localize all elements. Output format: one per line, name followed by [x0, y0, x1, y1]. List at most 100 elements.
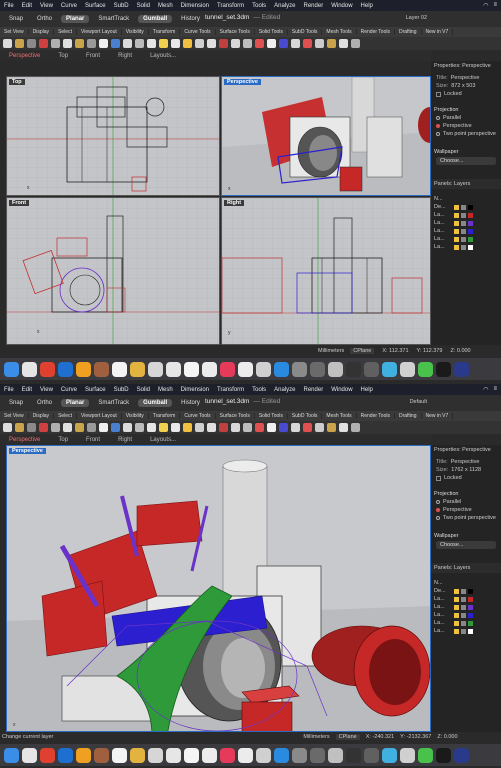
viewport-tab-layouts[interactable]: Layouts... — [141, 437, 185, 443]
light-bulb-icon[interactable] — [454, 228, 459, 234]
menu-view[interactable]: View — [36, 3, 57, 9]
light-bulb-icon[interactable] — [454, 628, 459, 634]
paste-icon[interactable] — [75, 39, 84, 48]
layer-row[interactable]: La... — [431, 211, 501, 219]
layer-color-swatch[interactable] — [468, 628, 473, 634]
light-bulb-icon[interactable] — [454, 596, 459, 602]
tab-mesh-tools[interactable]: Mesh Tools — [322, 413, 357, 419]
layer-row[interactable]: De... — [431, 587, 501, 595]
viewport-top[interactable]: x Top — [6, 76, 220, 196]
pan-icon[interactable] — [99, 39, 108, 48]
layer-color-swatch[interactable] — [468, 612, 473, 618]
layer-icon[interactable] — [279, 39, 288, 48]
projection-parallel[interactable]: Parallel — [431, 498, 501, 506]
lock-icon[interactable] — [461, 220, 466, 226]
lock-icon[interactable] — [461, 612, 466, 618]
radio-perspective[interactable] — [436, 508, 440, 512]
layer-row[interactable]: La... — [431, 619, 501, 627]
planar-toggle[interactable]: Planar — [61, 15, 90, 23]
safari-icon[interactable] — [58, 747, 73, 763]
tab-solid-tools[interactable]: Solid Tools — [255, 29, 288, 35]
tab-curve-tools[interactable]: Curve Tools — [180, 29, 216, 35]
lock-icon[interactable] — [195, 423, 204, 432]
terminal-icon[interactable] — [436, 361, 451, 377]
light-bulb-icon[interactable] — [454, 588, 459, 594]
title-value[interactable]: Perspective — [451, 459, 480, 465]
viewport-front[interactable]: x Front — [6, 197, 220, 345]
layer-row[interactable]: La... — [431, 627, 501, 635]
viewport-right[interactable]: y Right — [221, 197, 431, 345]
save-icon[interactable] — [27, 423, 36, 432]
shaded-display-icon[interactable] — [243, 423, 252, 432]
launchpad-icon[interactable] — [22, 361, 37, 377]
tab-visibility[interactable]: Visibility — [122, 413, 149, 419]
tab-new-in-v7[interactable]: New in V7 — [422, 29, 454, 35]
tab-select[interactable]: Select — [54, 29, 77, 35]
menu-solid[interactable]: Solid — [133, 3, 154, 9]
tab-drafting[interactable]: Drafting — [395, 29, 422, 35]
grid-icon[interactable] — [207, 39, 216, 48]
rendered-display-icon[interactable] — [219, 423, 228, 432]
whatsapp-icon[interactable] — [418, 361, 433, 377]
maps-icon[interactable] — [238, 747, 253, 763]
save-icon[interactable] — [27, 39, 36, 48]
properties-icon[interactable] — [291, 423, 300, 432]
folder-icon[interactable] — [94, 747, 109, 763]
cplane[interactable]: CPlane — [335, 734, 360, 740]
rotate-view-icon[interactable] — [111, 423, 120, 432]
layer-color-swatch[interactable] — [468, 236, 473, 242]
telegram-icon[interactable] — [382, 361, 397, 377]
gumball-toggle[interactable]: Gumball — [138, 399, 173, 407]
ortho-toggle[interactable]: Ortho — [32, 399, 57, 407]
textedit-icon[interactable] — [256, 747, 271, 763]
chrome-icon[interactable] — [40, 361, 55, 377]
wireframe-display-icon[interactable] — [231, 39, 240, 48]
menu-transform[interactable]: Transform — [213, 3, 248, 9]
lock-icon[interactable] — [461, 620, 466, 626]
layer-color-swatch[interactable] — [468, 620, 473, 626]
viewport-tab-layouts[interactable]: Layouts... — [141, 53, 185, 59]
help-icon[interactable] — [315, 423, 324, 432]
gear-icon[interactable] — [339, 39, 348, 48]
layer-color-swatch[interactable] — [468, 204, 473, 210]
light-bulb-icon[interactable] — [454, 236, 459, 242]
calculator-icon[interactable] — [310, 361, 325, 377]
viewport-label-top[interactable]: Top — [9, 79, 25, 85]
properties-icon[interactable] — [291, 39, 300, 48]
menu-dimension[interactable]: Dimension — [177, 387, 213, 393]
layer-color-swatch[interactable] — [468, 604, 473, 610]
menu-render[interactable]: Render — [300, 3, 328, 9]
light-bulb-icon[interactable] — [454, 204, 459, 210]
projection-perspective[interactable]: Perspective — [431, 122, 501, 130]
smarttrack-toggle[interactable]: SmartTrack — [93, 399, 134, 407]
disk-utility-icon[interactable] — [328, 361, 343, 377]
notes-icon[interactable] — [130, 747, 145, 763]
rendered-display-icon[interactable] — [219, 39, 228, 48]
shaded-display-icon[interactable] — [243, 39, 252, 48]
layer-color-swatch[interactable] — [468, 244, 473, 250]
viewport-tab-perspective[interactable]: Perspective — [0, 437, 49, 443]
menu-subd[interactable]: SubD — [110, 3, 133, 9]
maps-icon[interactable] — [238, 361, 253, 377]
menu-surface[interactable]: Surface — [81, 387, 110, 393]
tab-solid-tools[interactable]: Solid Tools — [255, 413, 288, 419]
calendar-icon[interactable] — [112, 361, 127, 377]
cut-icon[interactable] — [51, 423, 60, 432]
tab-viewport-layout[interactable]: Viewport Layout — [77, 413, 122, 419]
viewport-label-right[interactable]: Right — [224, 200, 245, 206]
title-value[interactable]: Perspective — [451, 75, 480, 81]
hide-icon[interactable] — [171, 39, 180, 48]
snap-toggle[interactable]: Snap — [4, 399, 28, 407]
grasshopper-icon[interactable] — [364, 361, 379, 377]
lock-icon[interactable] — [461, 204, 466, 210]
menu-surface[interactable]: Surface — [81, 3, 110, 9]
settings-icon[interactable] — [292, 361, 307, 377]
zoom-extents-icon[interactable] — [135, 423, 144, 432]
control-center-icon[interactable]: ≡ — [493, 386, 497, 393]
menu-curve[interactable]: Curve — [57, 387, 81, 393]
lock-icon[interactable] — [461, 604, 466, 610]
tab-set-view[interactable]: Set View — [0, 29, 29, 35]
disk-utility-icon[interactable] — [328, 747, 343, 763]
layer-row[interactable]: La... — [431, 227, 501, 235]
launchpad-icon[interactable] — [22, 747, 37, 763]
